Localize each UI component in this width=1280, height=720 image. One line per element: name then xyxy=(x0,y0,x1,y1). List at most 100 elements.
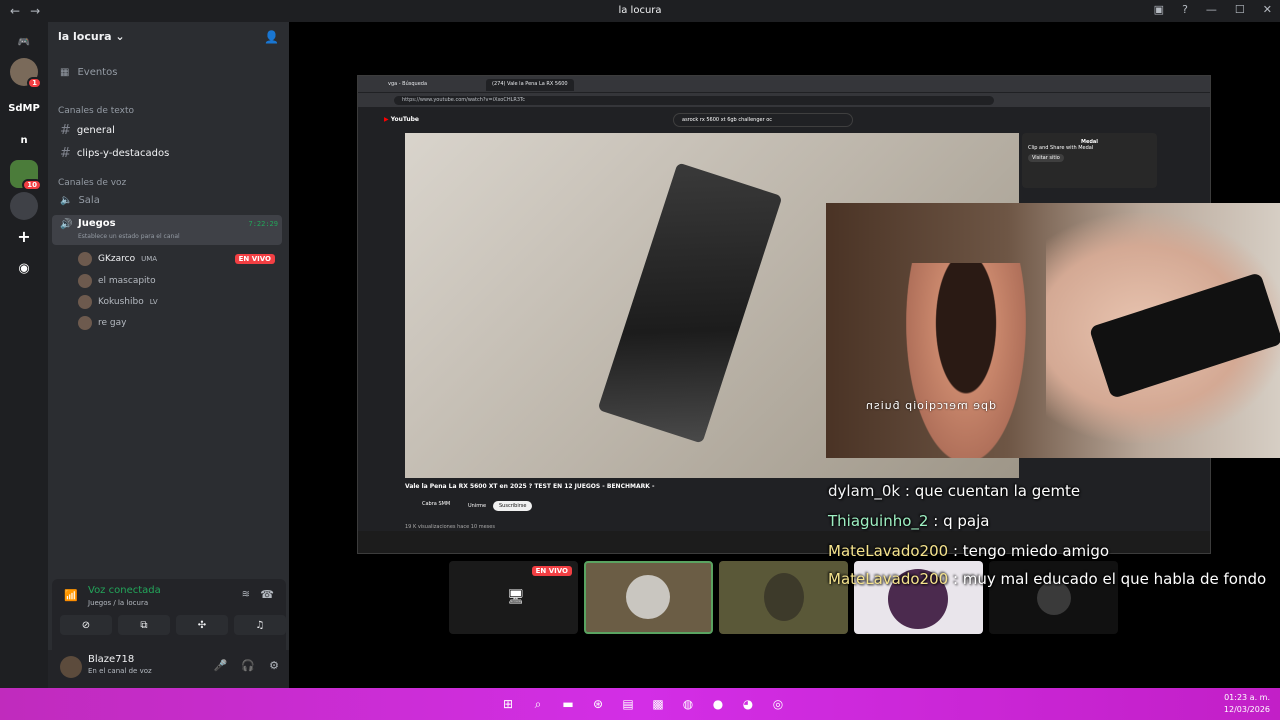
chrome-icon[interactable]: ◎ xyxy=(767,693,789,715)
disconnect-icon[interactable]: ☎ xyxy=(260,588,274,601)
voice-status: Voz conectada xyxy=(88,585,161,596)
avatar xyxy=(78,295,92,309)
discover-icon[interactable]: ◉ xyxy=(10,254,38,282)
server-sdmp[interactable]: SdMP xyxy=(8,94,40,122)
streamer-image xyxy=(906,263,1026,458)
channel-name[interactable]: Cabra SMM xyxy=(422,501,450,507)
events-item[interactable]: ▦ Eventos xyxy=(60,67,117,78)
avatar xyxy=(78,274,92,288)
browser-tab[interactable]: (274) Vale la Pena La RX 5600 xyxy=(486,79,574,91)
stream-tile[interactable]: EN VIVO 🖥 xyxy=(449,561,578,634)
voice-user[interactable]: el mascapito xyxy=(78,274,156,288)
clock[interactable]: 01:23 a. m. 12/03/2026 xyxy=(1224,692,1270,716)
microphone-icon[interactable]: 🎤 xyxy=(214,659,228,672)
visit-site-button[interactable]: Visitar sitio xyxy=(1028,154,1064,162)
speaker-icon: 🔈 xyxy=(60,195,73,206)
webcam-overlay: dpe mercqioip ɓuisn xyxy=(826,203,1280,458)
user-panel: Blaze718 En el canal de voz 🎤 🎧 ⚙ xyxy=(48,650,289,688)
video-title: Vale la Pena La RX 5600 XT en 2025 ? TES… xyxy=(405,483,655,490)
gpu-image xyxy=(597,162,783,444)
video-meta: 19 K visualizaciones hace 10 meses xyxy=(405,524,495,530)
github-icon[interactable]: ● xyxy=(707,693,729,715)
invite-icon[interactable]: 👤 xyxy=(264,30,279,44)
signal-icon: 📶 xyxy=(64,589,78,602)
avatar[interactable] xyxy=(60,656,82,678)
activities-button[interactable]: ✣ xyxy=(176,615,228,635)
maximize-icon[interactable]: ☐ xyxy=(1235,3,1245,16)
chat-message: dylam_0k : que cuentan la gemte xyxy=(828,482,1081,500)
address-bar: https://www.youtube.com/watch?v=iXxoCHLR… xyxy=(358,93,1210,107)
live-badge: EN VIVO xyxy=(234,254,275,264)
help-icon[interactable]: ? xyxy=(1182,3,1188,16)
hash-icon: # xyxy=(60,146,71,161)
server-n[interactable]: n xyxy=(10,126,38,154)
channel-sala[interactable]: 🔈 Sala xyxy=(60,195,100,206)
avatar xyxy=(78,316,92,330)
channel-sidebar: la locura ⌄ 👤 ▦ Eventos Canales de texto… xyxy=(48,22,289,688)
channel-clips[interactable]: # clips-y-destacados xyxy=(60,146,169,161)
gear-icon[interactable]: ⚙ xyxy=(269,659,279,672)
chat-message: Thiaguinho_2 : q paja xyxy=(828,512,990,530)
avatar xyxy=(78,252,92,266)
noise-suppression-icon[interactable]: ≋ xyxy=(242,589,250,600)
stream-tile[interactable] xyxy=(584,561,713,634)
user-status: En el canal de voz xyxy=(88,667,152,675)
obs-icon[interactable]: ◍ xyxy=(677,693,699,715)
speaker-icon: 🔊 xyxy=(60,219,73,230)
xbox-icon[interactable]: ⊛ xyxy=(587,693,609,715)
medal-ad[interactable]: Medal Clip and Share with Medal Visitar … xyxy=(1022,133,1157,188)
voice-user[interactable]: Kokushibo LV xyxy=(78,295,158,309)
camera-off-button[interactable]: ⊘ xyxy=(60,615,112,635)
minecraft-icon[interactable]: ▩ xyxy=(647,693,669,715)
voice-user[interactable]: re gay xyxy=(78,316,126,330)
folder-icon[interactable]: ▬ xyxy=(557,693,579,715)
channel-juegos[interactable]: 🔊 Juegos 7:22:29 Establece un estado par… xyxy=(52,215,282,245)
youtube-logo[interactable]: ▶ YouTube xyxy=(384,116,419,123)
voice-channel-path[interactable]: Juegos / la locura xyxy=(88,599,148,607)
back-arrow-icon[interactable]: ← xyxy=(10,4,20,18)
live-badge: EN VIVO xyxy=(531,566,572,576)
inbox-icon[interactable]: ▣ xyxy=(1154,3,1164,16)
url-field[interactable]: https://www.youtube.com/watch?v=iXxoCHLR… xyxy=(394,96,994,105)
headphones-icon[interactable]: 🎧 xyxy=(241,659,255,672)
server-active[interactable] xyxy=(10,192,38,220)
chat-message: MateLavado200 : tengo miedo amigo xyxy=(828,542,1110,560)
voice-user[interactable]: GKzarco UMA EN VIVO xyxy=(78,252,283,266)
guild-name[interactable]: la locura ⌄ xyxy=(58,30,125,43)
calendar-icon: ▦ xyxy=(60,67,70,78)
voice-category[interactable]: Canales de voz xyxy=(58,178,126,188)
server-list: 🎮 1 SdMP n 10 + ◉ xyxy=(0,22,48,688)
screen-share-button[interactable]: ⧉ xyxy=(118,615,170,635)
server-avatar[interactable]: 1 xyxy=(10,58,42,89)
avatar xyxy=(764,573,804,621)
forward-arrow-icon[interactable]: → xyxy=(30,4,40,18)
mirrored-text: dpe mercqioip ɓuisn xyxy=(864,399,996,412)
close-icon[interactable]: ✕ xyxy=(1263,3,1272,16)
subscribe-button[interactable]: Suscribirse xyxy=(493,501,533,511)
windows-taskbar: ⊞ ⌕ ▬ ⊛ ▤ ▩ ◍ ● ◕ ◎ 01:23 a. m. 12/03/20… xyxy=(0,688,1280,720)
notification-badge: 10 xyxy=(22,179,42,191)
search-icon[interactable]: ⌕ xyxy=(527,693,549,715)
text-category[interactable]: Canales de texto xyxy=(58,106,134,116)
add-server-icon[interactable]: + xyxy=(10,222,38,250)
minimize-icon[interactable]: — xyxy=(1206,3,1217,16)
start-icon[interactable]: ⊞ xyxy=(497,693,519,715)
join-button[interactable]: Unirme xyxy=(468,503,486,509)
notification-badge: 1 xyxy=(27,77,42,89)
channel-general[interactable]: # general xyxy=(60,123,115,138)
browser-tab[interactable]: vga - Búsqueda xyxy=(382,79,433,91)
user-name: Blaze718 xyxy=(88,654,135,665)
store-icon[interactable]: ▤ xyxy=(617,693,639,715)
discord-icon[interactable]: ◕ xyxy=(737,693,759,715)
discord-home-icon[interactable]: 🎮 xyxy=(10,28,38,56)
browser-tabs: vga - Búsqueda (274) Vale la Pena La RX … xyxy=(358,76,1210,92)
title-bar: ← → la locura ▣ ? — ☐ ✕ xyxy=(0,0,1280,22)
screen-share-icon: 🖥 xyxy=(507,589,525,605)
search-input[interactable]: asrock rx 5600 xt 6gb challenger oc xyxy=(673,113,853,127)
soundboard-button[interactable]: ♫ xyxy=(234,615,286,635)
window-title: la locura xyxy=(618,5,662,16)
avatar xyxy=(626,575,670,619)
chat-overlay: dylam_0k : que cuentan la gemte Thiaguin… xyxy=(828,476,1268,592)
server-minecraft[interactable]: 10 xyxy=(10,160,42,191)
chat-message: MateLavado200 : muy mal educado el que h… xyxy=(828,570,1267,588)
